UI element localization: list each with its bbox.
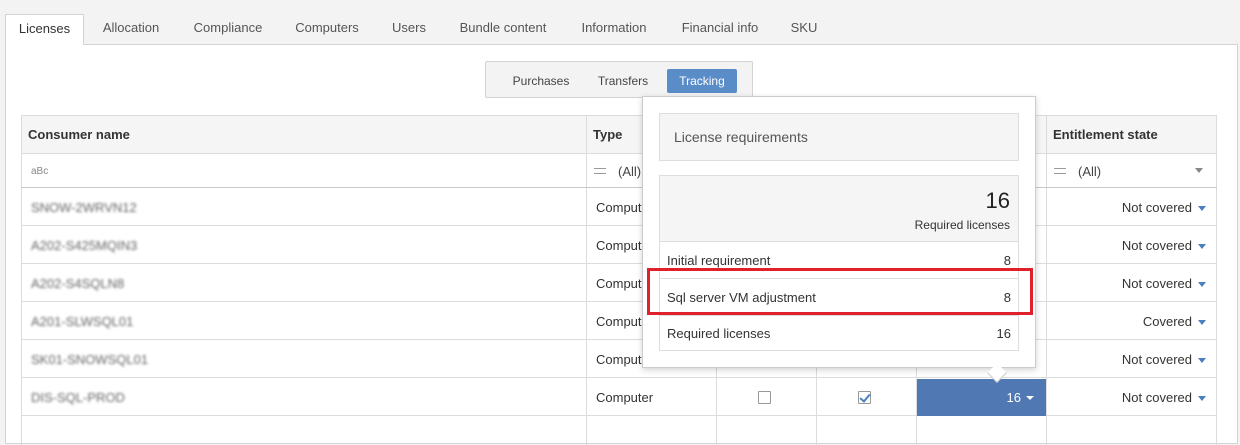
requirement-label: Required licenses [667,326,771,341]
consumer-name-cell[interactable]: A201-SLWSQL01 [31,314,133,329]
entitlement-filter-value[interactable]: (All) [1078,164,1101,179]
subtab-tracking[interactable]: Tracking [667,69,737,93]
requirement-row: Required licenses 16 [660,316,1018,352]
popup-summary: 16 Required licenses [660,176,1018,242]
checkbox[interactable] [758,391,771,404]
equals-filter-icon[interactable] [594,168,606,174]
entitlement-cell[interactable]: Not covered [1122,276,1192,291]
chevron-down-icon[interactable] [1195,168,1203,173]
required-licenses-value: 16 [1006,390,1021,405]
chevron-down-icon[interactable] [1198,244,1206,249]
header-type[interactable]: Type [593,127,622,142]
consumers-grid: Consumer name Type Entitlement state aBc… [21,115,1217,445]
chevron-down-icon[interactable] [1198,282,1206,287]
equals-filter-icon[interactable] [1054,168,1066,174]
type-cell: Computer [596,390,654,405]
subtab-transfers[interactable]: Transfers [590,69,656,93]
consumer-name-cell[interactable]: A202-S4SQLN8 [31,276,124,291]
header-consumer-name[interactable]: Consumer name [28,127,130,142]
summary-label: Required licenses [914,218,1010,232]
entitlement-cell[interactable]: Covered [1143,314,1192,329]
requirement-row: Sql server VM adjustment 8 [660,280,1018,316]
entitlement-cell[interactable]: Not covered [1122,390,1192,405]
header-entitlement-state[interactable]: Entitlement state [1053,127,1158,142]
requirement-label: Sql server VM adjustment [667,290,816,305]
sub-tab-bar: Purchases Transfers Tracking [485,61,753,98]
chevron-down-icon[interactable] [1198,396,1206,401]
tab-information[interactable]: Information [572,14,656,44]
tab-sku[interactable]: SKU [784,14,824,44]
checkbox-checked[interactable] [858,391,871,404]
subtab-purchases[interactable]: Purchases [506,69,576,93]
requirement-value: 16 [996,326,1011,341]
tab-compliance[interactable]: Compliance [180,14,276,44]
chevron-down-icon[interactable] [1198,320,1206,325]
tab-allocation[interactable]: Allocation [92,14,170,44]
chevron-down-icon[interactable] [1198,358,1206,363]
consumer-name-cell[interactable]: A202-S425MQIN3 [31,238,137,253]
type-filter-value[interactable]: (All) [618,164,641,179]
entitlement-cell[interactable]: Not covered [1122,238,1192,253]
top-tab-bar: Licenses Allocation Compliance Computers… [0,0,1240,45]
requirement-value: 8 [1003,290,1011,305]
consumer-name-cell[interactable]: SNOW-2WRVN12 [31,200,137,215]
popup-body: 16 Required licenses Initial requirement… [659,175,1019,351]
popup-title: License requirements [659,113,1019,161]
requirement-label: Initial requirement [667,253,771,268]
tab-computers[interactable]: Computers [284,14,370,44]
chevron-down-icon[interactable] [1026,396,1034,400]
tab-users[interactable]: Users [384,14,434,44]
text-filter-icon[interactable]: aBc [31,166,48,177]
entitlement-cell[interactable]: Not covered [1122,200,1192,215]
entitlement-cell[interactable]: Not covered [1122,352,1192,367]
tab-financial-info[interactable]: Financial info [674,14,766,44]
tab-bundle-content[interactable]: Bundle content [450,14,556,44]
consumer-name-cell[interactable]: DIS-SQL-PROD [31,390,125,405]
requirement-row: Initial requirement 8 [660,243,1018,279]
selected-license-cell[interactable]: 16 [917,379,1046,416]
chevron-down-icon[interactable] [1198,206,1206,211]
license-requirements-popup: License requirements 16 Required license… [642,96,1036,368]
consumer-name-cell[interactable]: SK01-SNOWSQL01 [31,352,148,367]
tab-licenses[interactable]: Licenses [5,14,84,45]
summary-number: 16 [985,188,1010,213]
requirement-value: 8 [1003,253,1011,268]
